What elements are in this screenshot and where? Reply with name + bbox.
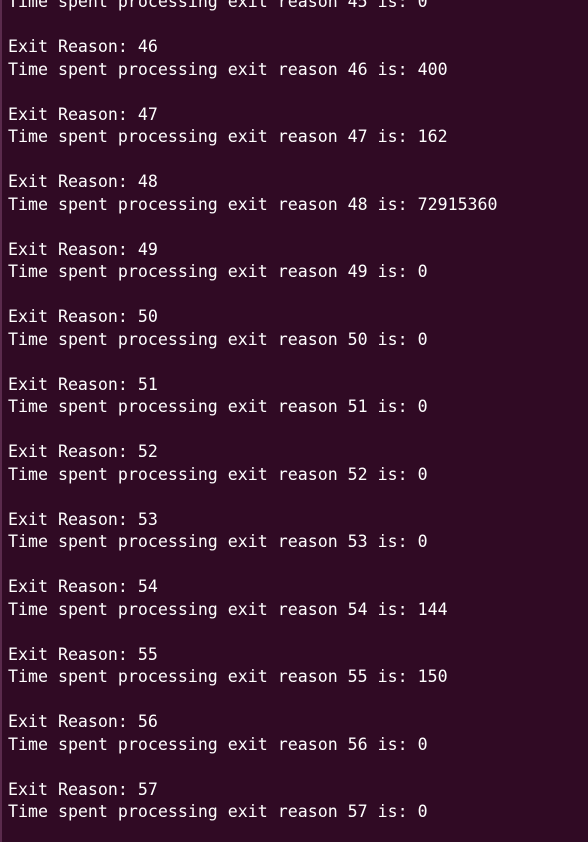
- output-line-exit-reason: Exit Reason: 48: [8, 172, 158, 191]
- output-line-exit-reason: Exit Reason: 52: [8, 442, 158, 461]
- output-line-time: Time spent processing exit reason 53 is:…: [8, 532, 428, 551]
- output-line-exit-reason: Exit Reason: 55: [8, 644, 158, 664]
- output-line-time: Time spent processing exit reason 51 is:…: [8, 397, 428, 416]
- terminal-window[interactable]: Time spent processing exit reason 45 is:…: [0, 0, 588, 842]
- output-line-exit-reason: Exit Reason: 46: [8, 37, 158, 56]
- terminal-output: Time spent processing exit reason 45 is:…: [8, 0, 588, 823]
- output-line-time: Time spent processing exit reason 57 is:…: [8, 802, 428, 821]
- output-line-time: Time spent processing exit reason 48 is:…: [8, 194, 498, 214]
- output-line-time: Time spent processing exit reason 56 is:…: [8, 734, 428, 754]
- output-line-time: Time spent processing exit reason 54 is:…: [8, 599, 448, 619]
- output-line-time: Time spent processing exit reason 49 is:…: [8, 262, 428, 281]
- output-line-exit-reason: Exit Reason: 56: [8, 712, 158, 731]
- output-line-exit-reason: Exit Reason: 57: [8, 779, 158, 799]
- output-line-time: Time spent processing exit reason 52 is:…: [8, 464, 428, 484]
- output-line-exit-reason: Exit Reason: 53: [8, 509, 158, 529]
- output-line-time: Time spent processing exit reason 46 is:…: [8, 59, 448, 79]
- output-line-exit-reason: Exit Reason: 49: [8, 239, 158, 259]
- output-line-time: Time spent processing exit reason 45 is:…: [8, 0, 428, 11]
- terminal-left-border: [0, 0, 2, 842]
- output-line-exit-reason: Exit Reason: 51: [8, 374, 158, 394]
- output-line-time: Time spent processing exit reason 55 is:…: [8, 667, 448, 686]
- output-line-exit-reason: Exit Reason: 50: [8, 307, 158, 326]
- output-line-exit-reason: Exit Reason: 47: [8, 104, 158, 124]
- output-line-exit-reason: Exit Reason: 54: [8, 577, 158, 596]
- output-line-time: Time spent processing exit reason 47 is:…: [8, 127, 448, 146]
- output-line-time: Time spent processing exit reason 50 is:…: [8, 329, 428, 349]
